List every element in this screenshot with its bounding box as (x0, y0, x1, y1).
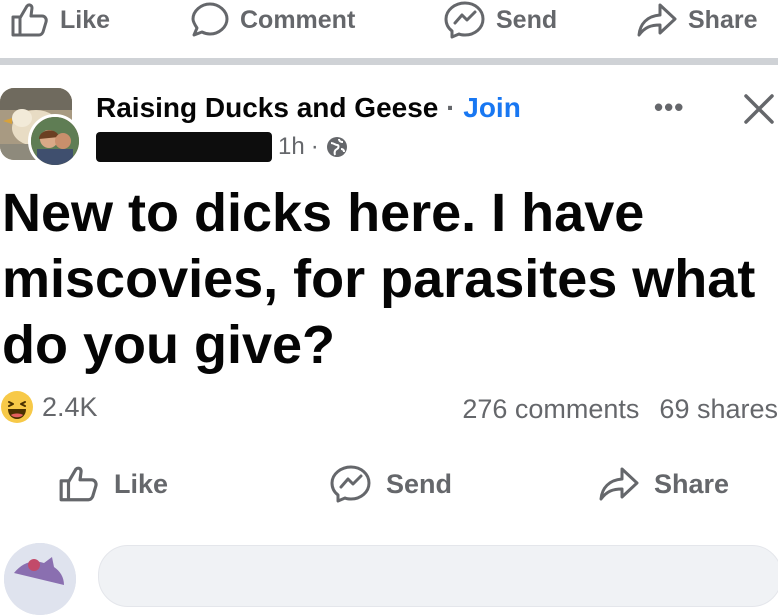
post-avatars[interactable] (0, 88, 82, 168)
close-icon (744, 94, 774, 124)
more-options-button[interactable]: ••• (654, 92, 684, 123)
close-button[interactable] (742, 88, 778, 128)
commenter-avatar[interactable] (4, 543, 76, 615)
post-time[interactable]: 1h (278, 133, 305, 161)
shares-count[interactable]: 69 shares (659, 394, 778, 425)
like-button[interactable]: Like (58, 462, 168, 506)
user-avatar[interactable] (28, 114, 82, 168)
comment-button-top[interactable]: Comment (190, 0, 355, 40)
join-button[interactable]: Join (463, 92, 521, 123)
post-meta: 1h · (96, 130, 349, 164)
share-label-top: Share (688, 5, 758, 34)
send-button[interactable]: Send (330, 462, 452, 506)
redacted-author-name (96, 132, 272, 162)
reaction-count: 2.4K (42, 391, 98, 422)
post-text: New to dicks here. I have miscovies, for… (2, 183, 756, 375)
messenger-icon (444, 1, 485, 39)
comment-label-top: Comment (240, 5, 356, 34)
globe-icon (326, 137, 347, 157)
send-button-top[interactable]: Send (444, 0, 557, 40)
more-options-icon: ••• (654, 92, 685, 122)
reaction-summary[interactable]: 2.4K (0, 390, 98, 424)
post-header-title: Raising Ducks and Geese · Join (96, 92, 521, 124)
like-button-top[interactable]: Like (10, 0, 110, 40)
share-label: Share (654, 468, 730, 499)
comment-input[interactable] (98, 545, 778, 607)
like-label-top: Like (60, 5, 111, 34)
send-label-top: Send (496, 5, 558, 34)
engagement-counts: 276 comments 69 shares (462, 394, 778, 425)
share-arrow-icon (637, 3, 677, 37)
comment-bubble-icon (191, 2, 229, 37)
haha-reaction-icon (1, 391, 33, 423)
share-button-top[interactable]: Share (636, 0, 757, 40)
like-label: Like (114, 468, 169, 499)
comments-count[interactable]: 276 comments (462, 394, 639, 425)
title-separator: · (446, 92, 456, 123)
feed-divider (0, 58, 778, 65)
meta-separator: · (310, 133, 319, 160)
share-arrow-icon (599, 467, 639, 501)
thumbs-up-icon (59, 466, 98, 502)
messenger-icon (330, 465, 371, 503)
send-label: Send (386, 468, 453, 499)
group-name-link[interactable]: Raising Ducks and Geese (96, 92, 438, 123)
thumbs-up-icon (11, 3, 48, 37)
share-button[interactable]: Share (598, 462, 729, 506)
previous-post-action-bar: Like Comment Send Share (0, 0, 778, 56)
